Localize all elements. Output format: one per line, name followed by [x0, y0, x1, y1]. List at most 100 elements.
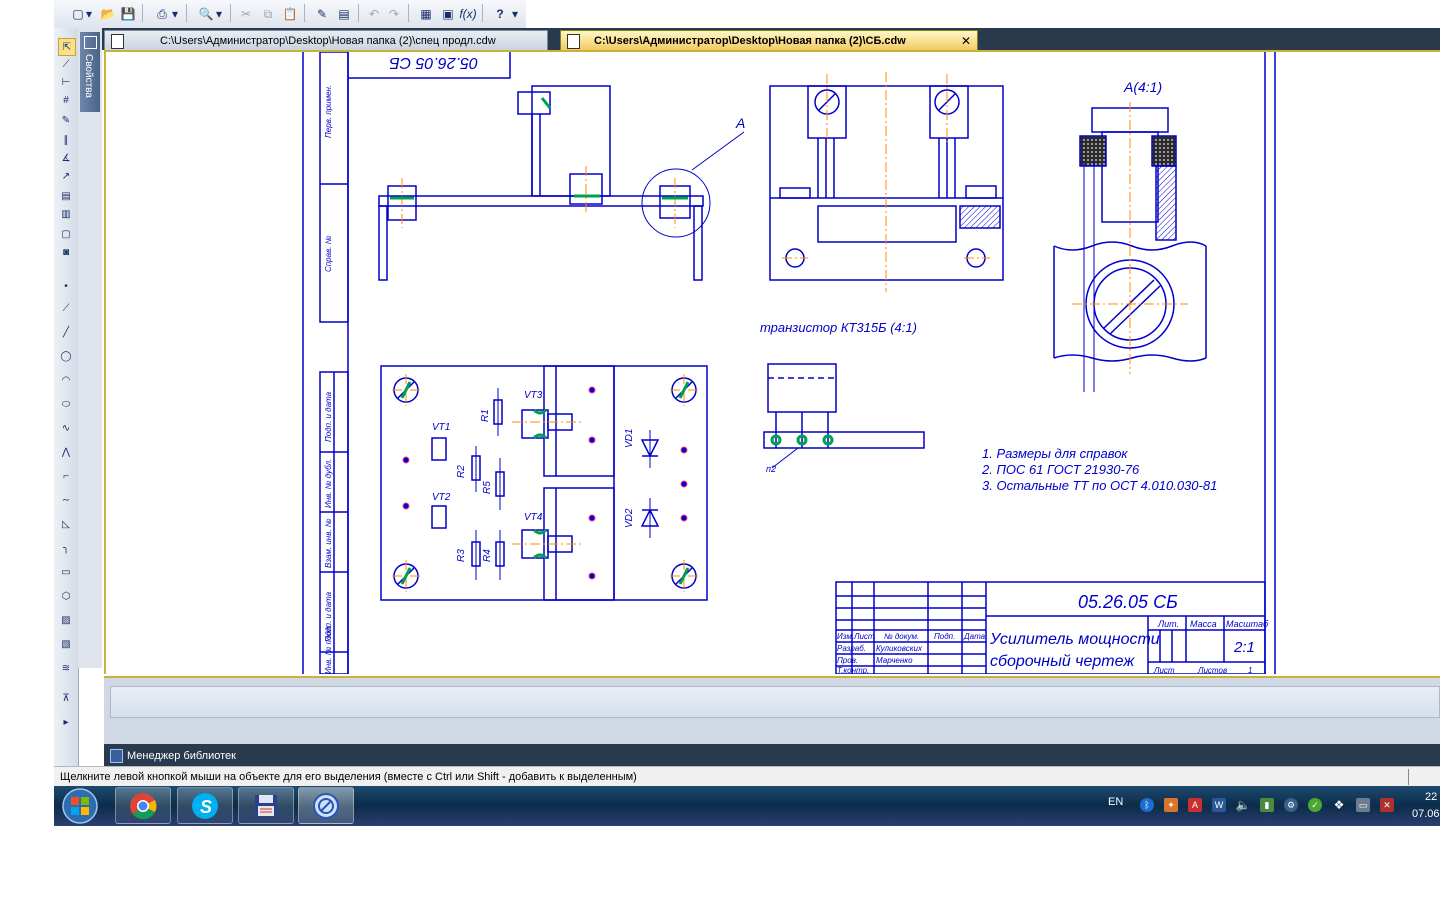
bluetooth-icon[interactable]: ᛒ [1140, 798, 1154, 812]
tab-label: C:\Users\Администратор\Desktop\Новая пап… [160, 35, 496, 47]
network-icon[interactable]: ▮ [1260, 798, 1274, 812]
select-tool-icon[interactable]: ⇱ [58, 38, 76, 56]
equidistant-icon[interactable]: ≋ [58, 660, 74, 676]
steam-icon[interactable]: ⚙ [1284, 798, 1298, 812]
label-r2: R2 [456, 465, 467, 478]
parametrize-icon[interactable]: ∥ [58, 132, 74, 148]
clock-time[interactable]: 22 [1425, 791, 1437, 803]
segment-icon[interactable]: ╱ [58, 324, 74, 340]
expand-icon[interactable]: ▸ [58, 714, 74, 730]
save-disk-taskbar-button[interactable] [238, 787, 294, 824]
variables-icon[interactable]: ▣ [438, 4, 458, 24]
system-tray: ᛒ ✦ A W 🔈 ▮ ⚙ ✓ ❖ ▭ ✕ [1104, 786, 1440, 826]
label-vt4: VT4 [524, 512, 543, 523]
clock-date[interactable]: 07.06 [1412, 808, 1440, 820]
polygon-icon[interactable]: ⬡ [58, 588, 74, 604]
view-icon[interactable]: ◙ [58, 244, 74, 260]
pdf-icon[interactable]: A [1188, 798, 1202, 812]
stamp-perv-primen: Перв. примен. [324, 85, 333, 138]
help-icon[interactable]: ? [490, 4, 510, 24]
symbols-icon[interactable]: # [58, 92, 74, 108]
manager-icon[interactable]: ▦ [416, 4, 436, 24]
title-name-2: сборочный чертеж [990, 653, 1135, 670]
redo-icon[interactable]: ↷ [384, 4, 404, 24]
auxiliary-line-icon[interactable]: ⟋ [58, 300, 74, 316]
tab-assembly-drawing[interactable]: C:\Users\Администратор\Desktop\Новая пап… [560, 30, 978, 51]
language-indicator[interactable]: EN [1108, 796, 1123, 808]
note-3: 3. Остальные ТТ по ОСТ 4.010.030-81 [982, 478, 1217, 493]
drawing-viewport[interactable]: 05.26.05 СБ А А(4:1) транзистор КТ315Б (… [104, 50, 1440, 674]
reports-icon[interactable]: ▥ [58, 206, 74, 222]
properties-panel [104, 676, 1440, 746]
save-icon[interactable]: 💾 [118, 4, 138, 24]
close-tab-icon[interactable]: ✕ [961, 34, 971, 48]
bezier-icon[interactable]: ∼ [58, 492, 74, 508]
stamp-inv-dubl: Инв. № дубл. [324, 459, 333, 508]
fillet-icon[interactable]: ╮ [58, 540, 74, 556]
open-icon[interactable]: 📂 [98, 4, 118, 24]
properties-icon[interactable]: ▤ [334, 4, 354, 24]
ellipse-icon[interactable]: ⬭ [58, 396, 74, 412]
chamfer-icon[interactable]: ◺ [58, 516, 74, 532]
preview-icon[interactable]: 🔍 [196, 4, 216, 24]
label-r3: R3 [456, 549, 467, 562]
status-text: Щелкните левой кнопкой мыши на объекте д… [60, 770, 637, 783]
title-col-scale: Масштаб [1226, 619, 1269, 629]
start-button[interactable] [58, 786, 102, 826]
compact-toolbar: ⇱ ⟋ ⊢ # ✎ ∥ ∡ ↗ ▤ ▥ ▢ ◙ • ⟋ ╱ ◯ ◠ ⬭ ∿ ⋀ … [54, 28, 79, 768]
monitor-icon[interactable]: ▭ [1356, 798, 1370, 812]
undo-icon[interactable]: ↶ [364, 4, 384, 24]
print-dropdown-icon[interactable]: ▾ [170, 4, 180, 24]
contour-icon[interactable]: ⌐ [58, 468, 74, 484]
format-painter-icon[interactable]: ✎ [312, 4, 332, 24]
transistor-caption: транзистор КТ315Б (4:1) [760, 320, 917, 335]
rectangle-icon[interactable]: ▭ [58, 564, 74, 580]
properties-label: Свойства [83, 54, 94, 98]
document-icon [111, 33, 124, 49]
hatch-icon[interactable]: ▨ [58, 612, 74, 628]
spec-icon[interactable]: ▤ [58, 188, 74, 204]
arc-icon[interactable]: ◠ [58, 372, 74, 388]
skype-taskbar-button[interactable]: S [177, 787, 233, 824]
camera-icon[interactable]: ❖ [1332, 798, 1346, 812]
chrome-taskbar-button[interactable] [115, 787, 171, 824]
skype-icon: S [192, 792, 218, 819]
kompas-taskbar-button[interactable] [298, 787, 354, 824]
geometry-icon[interactable]: ⟋ [58, 56, 74, 72]
measure-icon[interactable]: ∡ [58, 150, 74, 166]
polyline-icon[interactable]: ⋀ [58, 444, 74, 460]
shield-icon[interactable]: ✓ [1308, 798, 1322, 812]
properties-panel-field[interactable] [110, 686, 1440, 718]
function-icon[interactable]: f(x) [458, 4, 478, 24]
select-icon[interactable]: ↗ [58, 168, 74, 184]
copy-icon[interactable]: ⧉ [258, 4, 278, 24]
edit-icon[interactable]: ✎ [58, 112, 74, 128]
word-icon[interactable]: W [1212, 798, 1226, 812]
new-dropdown-icon[interactable]: ▾ [84, 4, 94, 24]
help-dropdown-icon[interactable]: ▾ [510, 4, 520, 24]
dimensions-icon[interactable]: ⊢ [58, 74, 74, 90]
fill-icon[interactable]: ▧ [58, 636, 74, 652]
properties-panel-button[interactable]: Свойства [80, 32, 100, 112]
paste-icon[interactable]: 📋 [280, 4, 300, 24]
insert-icon[interactable]: ▢ [58, 226, 74, 242]
status-bar: Щелкните левой кнопкой мыши на объекте д… [54, 766, 1440, 786]
tab-spec-document[interactable]: C:\Users\Администратор\Desktop\Новая пап… [104, 30, 548, 51]
flag-icon[interactable]: ✕ [1380, 798, 1394, 812]
point-icon[interactable]: • [58, 278, 74, 294]
spline-icon[interactable]: ∿ [58, 420, 74, 436]
preview-dropdown-icon[interactable]: ▾ [214, 4, 224, 24]
cut-icon[interactable]: ✂ [236, 4, 256, 24]
checker-name: Марченко [876, 656, 913, 665]
label-vd1: VD1 [624, 429, 635, 448]
drawing-canvas[interactable]: 05.26.05 СБ А А(4:1) транзистор КТ315Б (… [106, 52, 1440, 674]
library-manager-label: Менеджер библиотек [127, 750, 236, 762]
collapse-icon[interactable]: ⊼ [58, 690, 74, 706]
tab-label: C:\Users\Администратор\Desktop\Новая пап… [594, 35, 906, 47]
print-icon[interactable]: ⎙ [152, 4, 172, 24]
library-manager-tab[interactable]: Менеджер библиотек [106, 746, 240, 766]
circle-icon[interactable]: ◯ [58, 348, 74, 364]
volume-icon[interactable]: 🔈 [1236, 798, 1251, 812]
note-1: 1. Размеры для справок [982, 446, 1128, 461]
tools-icon[interactable]: ✦ [1164, 798, 1178, 812]
